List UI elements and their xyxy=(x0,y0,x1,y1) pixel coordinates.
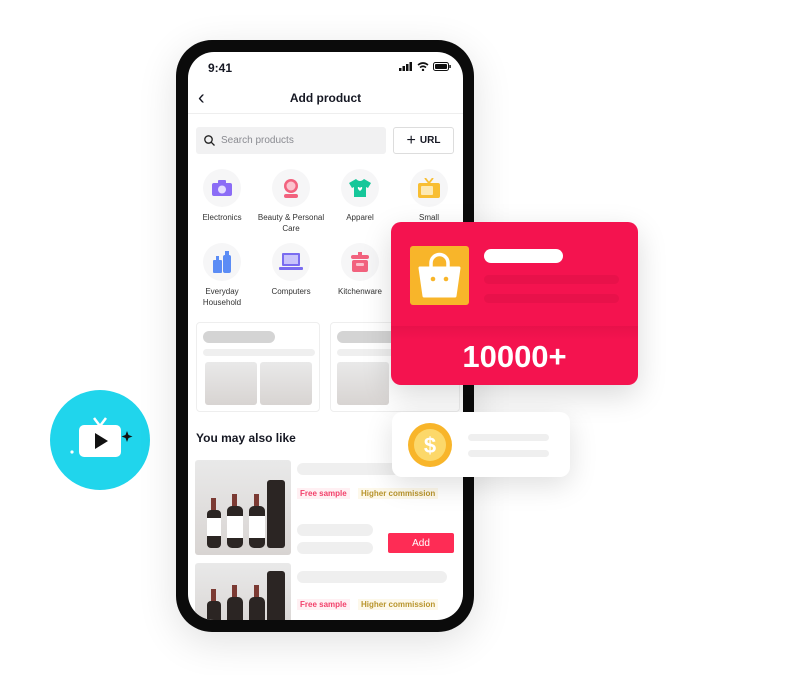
shopping-bag-icon xyxy=(410,246,469,305)
tag-higher-commission: Higher commission xyxy=(358,488,439,499)
category-label: Kitchenware xyxy=(337,287,383,296)
product-image[interactable] xyxy=(195,563,291,620)
shirt-icon xyxy=(341,169,379,207)
promo-card: 10000+ xyxy=(391,222,638,385)
mirror-icon xyxy=(272,169,310,207)
product-image xyxy=(205,362,257,405)
category-household[interactable]: Everyday Household xyxy=(188,243,257,308)
category-label: Beauty & Personal Care xyxy=(257,213,325,233)
tag-free-sample: Free sample xyxy=(297,488,350,499)
divider xyxy=(391,326,638,340)
add-button[interactable]: Add xyxy=(388,533,454,553)
product-image xyxy=(337,362,389,405)
category-kitchenware[interactable]: Kitchenware xyxy=(325,243,395,297)
tag-free-sample: Free sample xyxy=(297,599,350,610)
skeleton-bar xyxy=(297,571,447,583)
category-label: Computers xyxy=(271,287,311,296)
category-label: Electronics xyxy=(202,213,242,222)
battery-icon xyxy=(433,62,451,71)
bottles-icon xyxy=(203,243,241,281)
search-placeholder: Search products xyxy=(221,135,294,146)
tag-higher-commission: Higher commission xyxy=(358,599,439,610)
product-image xyxy=(260,362,312,405)
skeleton-bar xyxy=(297,524,373,536)
category-small[interactable]: Small xyxy=(394,169,463,223)
status-icons xyxy=(399,62,451,71)
skeleton-bar xyxy=(484,275,619,284)
promo-count: 10000+ xyxy=(462,339,567,374)
tv-play-icon xyxy=(70,417,133,457)
wifi-icon xyxy=(417,62,429,71)
section-title: You may also like xyxy=(196,431,296,445)
tv-icon xyxy=(410,169,448,207)
plus-icon: + xyxy=(406,131,416,149)
category-label: Everyday Household xyxy=(202,287,242,307)
skeleton-bar xyxy=(484,294,619,303)
page-title: Add product xyxy=(289,91,362,105)
category-label: Small xyxy=(418,213,439,222)
add-url-button[interactable]: + URL xyxy=(393,127,454,154)
url-label: URL xyxy=(419,135,441,146)
commission-card: $ xyxy=(392,412,570,477)
skeleton-bar xyxy=(203,331,275,343)
signal-icon xyxy=(399,62,412,71)
skeleton-bar xyxy=(484,249,563,263)
coin-icon: $ xyxy=(408,423,452,467)
status-time: 9:41 xyxy=(208,61,233,75)
header: ‹ Add product xyxy=(188,88,463,114)
category-label: Apparel xyxy=(346,213,374,222)
skeleton-bar xyxy=(297,542,373,554)
shop-card[interactable] xyxy=(196,322,320,412)
skeleton-bar xyxy=(203,349,315,356)
skeleton-bar xyxy=(468,434,549,441)
laptop-icon xyxy=(272,243,310,281)
video-badge xyxy=(50,390,150,490)
search-icon xyxy=(204,135,215,146)
camera-icon xyxy=(203,169,241,207)
search-input[interactable]: Search products xyxy=(196,127,386,154)
product-image[interactable] xyxy=(195,460,291,555)
skeleton-bar xyxy=(468,450,549,457)
svg-text:$: $ xyxy=(424,433,436,458)
category-computers[interactable]: Computers xyxy=(256,243,326,297)
category-apparel[interactable]: Apparel xyxy=(325,169,395,223)
category-beauty[interactable]: Beauty & Personal Care xyxy=(256,169,326,234)
pot-icon xyxy=(341,243,379,281)
category-electronics[interactable]: Electronics xyxy=(188,169,257,223)
